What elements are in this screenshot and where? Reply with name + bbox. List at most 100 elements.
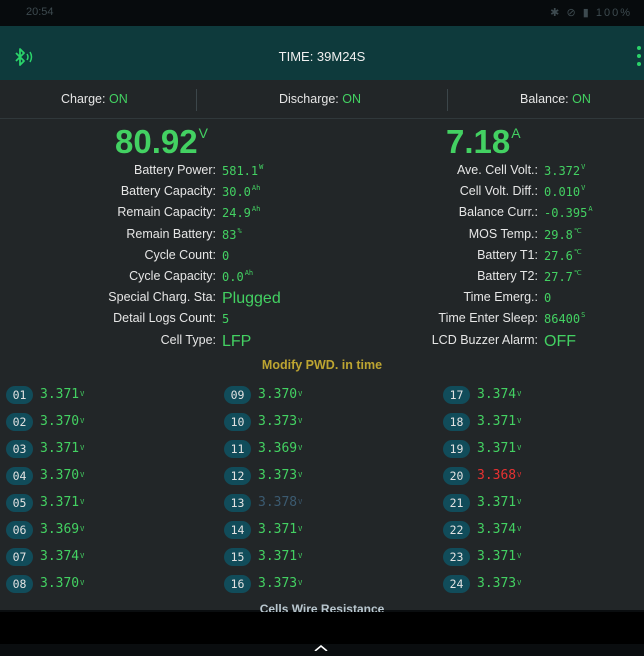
cell-voltage-unit: V xyxy=(80,552,85,560)
cell-voltage-unit: V xyxy=(80,579,85,587)
cell-voltage-item: 08 3.370V xyxy=(6,575,126,595)
mute-icon: ⊘ xyxy=(566,7,578,19)
total-current-value: 7.18 xyxy=(446,123,511,160)
right-stat-value: 0.010V xyxy=(544,184,585,199)
right-stat-value-text: -0.395 xyxy=(544,206,588,221)
cell-voltage-item: 10 3.373V xyxy=(224,413,344,433)
cell-number-badge: 21 xyxy=(443,494,470,512)
right-stat-unit: V xyxy=(581,163,586,171)
right-stat-unit: ℃ xyxy=(573,226,582,235)
cell-voltage-unit: V xyxy=(80,417,85,425)
cell-number-badge: 13 xyxy=(224,494,251,512)
right-stat-label: Ave. Cell Volt.: xyxy=(0,163,538,181)
cell-number-badge: 20 xyxy=(443,467,470,485)
discharge-toggle[interactable]: Discharge: ON xyxy=(279,92,361,106)
cell-voltage-value: 3.371V xyxy=(258,548,302,566)
right-stat-label: Battery T2: xyxy=(0,269,538,287)
cell-voltage-unit: V xyxy=(298,579,303,587)
cell-number-badge: 18 xyxy=(443,413,470,431)
right-stat-label: Battery T1: xyxy=(0,248,538,266)
cell-voltage-text: 3.373 xyxy=(258,576,298,591)
cell-voltage-item: 16 3.373V xyxy=(224,575,344,595)
cell-voltage-value: 3.371V xyxy=(477,413,521,431)
right-stat-value-text: 3.372 xyxy=(544,164,581,178)
right-stat-value-text: 29.8 xyxy=(544,227,573,242)
charge-toggle[interactable]: Charge: ON xyxy=(61,92,128,106)
cell-voltage-value: 3.373V xyxy=(258,575,302,593)
cell-voltage-value: 3.371V xyxy=(477,440,521,458)
cell-voltage-unit: V xyxy=(517,417,522,425)
cell-voltage-text: 3.373 xyxy=(258,414,298,429)
battery-percent: 100% xyxy=(595,7,632,19)
total-current: 7.18A xyxy=(446,123,521,161)
cell-voltage-unit: V xyxy=(80,498,85,506)
cell-voltage-text: 3.370 xyxy=(40,414,80,429)
modify-pwd-button[interactable]: Modify PWD. in time xyxy=(0,358,644,372)
cell-voltage-unit: V xyxy=(517,579,522,587)
discharge-value: ON xyxy=(342,92,361,106)
cell-voltage-item: 09 3.370V xyxy=(224,386,344,406)
balance-value: ON xyxy=(572,92,591,106)
cell-voltage-value: 3.371V xyxy=(258,521,302,539)
cell-voltage-text: 3.371 xyxy=(477,414,517,429)
cell-voltage-value: 3.371V xyxy=(477,494,521,512)
cell-voltage-unit: V xyxy=(517,525,522,533)
cell-voltage-value: 3.374V xyxy=(477,521,521,539)
total-voltage-unit: V xyxy=(198,125,208,141)
cell-voltage-text: 3.371 xyxy=(40,495,80,510)
cell-voltage-text: 3.373 xyxy=(258,468,298,483)
right-stat-label-text: Cell Volt. Diff.: xyxy=(459,184,538,199)
cell-number-badge: 19 xyxy=(443,440,470,458)
cell-voltage-value: 3.373V xyxy=(258,467,302,485)
right-stat-value: -0.395A xyxy=(544,205,593,221)
right-stat-label: LCD Buzzer Alarm: xyxy=(0,333,538,351)
cell-voltage-item: 21 3.371V xyxy=(443,494,563,514)
cell-voltage-value: 3.373V xyxy=(477,575,521,593)
cell-number-badge: 11 xyxy=(224,440,251,458)
cell-voltage-value: 3.369V xyxy=(258,440,302,458)
cell-voltage-text: 3.371 xyxy=(40,441,80,456)
right-stat-label: Time Emerg.: xyxy=(0,290,538,308)
right-stat-value: 0 xyxy=(544,291,551,305)
right-stat-label-text: Balance Curr.: xyxy=(458,205,538,220)
cell-voltage-value: 3.374V xyxy=(40,548,84,566)
total-current-unit: A xyxy=(511,125,521,141)
cell-voltage-text: 3.378 xyxy=(258,495,298,510)
cell-voltage-item: 12 3.373V xyxy=(224,467,344,487)
cell-voltage-unit: V xyxy=(517,444,522,452)
right-stat-value-text: 86400 xyxy=(544,312,581,327)
cell-voltage-item: 13 3.378V xyxy=(224,494,344,514)
cell-voltage-item: 20 3.368V xyxy=(443,467,563,487)
cell-voltage-text: 3.371 xyxy=(477,495,517,510)
right-stat-value: OFF xyxy=(544,333,576,351)
right-stat-unit: ℃ xyxy=(573,269,582,277)
right-stat-value: 27.6℃ xyxy=(544,248,582,263)
cell-voltage-item: 17 3.374V xyxy=(443,386,563,406)
overflow-menu-icon[interactable] xyxy=(634,44,644,70)
charge-label: Charge: xyxy=(61,92,106,106)
cell-voltage-text: 3.369 xyxy=(258,441,298,456)
cell-number-badge: 12 xyxy=(224,467,251,485)
balance-toggle[interactable]: Balance: ON xyxy=(520,92,591,106)
right-stat-value: 27.7℃ xyxy=(544,269,582,284)
cell-voltage-item: 01 3.371V xyxy=(6,386,126,406)
cell-voltage-unit: V xyxy=(517,390,522,398)
cell-number-badge: 01 xyxy=(6,386,33,404)
cell-voltage-value: 3.374V xyxy=(477,386,521,404)
cell-voltage-item: 02 3.370V xyxy=(6,413,126,433)
cell-number-badge: 03 xyxy=(6,440,33,458)
cell-number-badge: 05 xyxy=(6,494,33,512)
cell-number-badge: 04 xyxy=(6,467,33,485)
right-stat-label-text: Ave. Cell Volt.: xyxy=(456,163,538,177)
cell-voltage-item: 11 3.369V xyxy=(224,440,344,460)
charge-value: ON xyxy=(108,92,128,106)
right-stat-label: MOS Temp.: xyxy=(0,227,538,245)
cell-voltage-item: 22 3.374V xyxy=(443,521,563,541)
cell-number-badge: 24 xyxy=(443,575,470,593)
cell-voltage-unit: V xyxy=(517,471,522,479)
balance-label: Balance: xyxy=(520,92,569,106)
cell-number-badge: 07 xyxy=(6,548,33,566)
home-chevron-icon[interactable] xyxy=(314,638,328,652)
cell-voltage-value: 3.370V xyxy=(40,575,84,593)
status-icons: ✱ ⊘ ▮ 100% xyxy=(550,6,632,19)
